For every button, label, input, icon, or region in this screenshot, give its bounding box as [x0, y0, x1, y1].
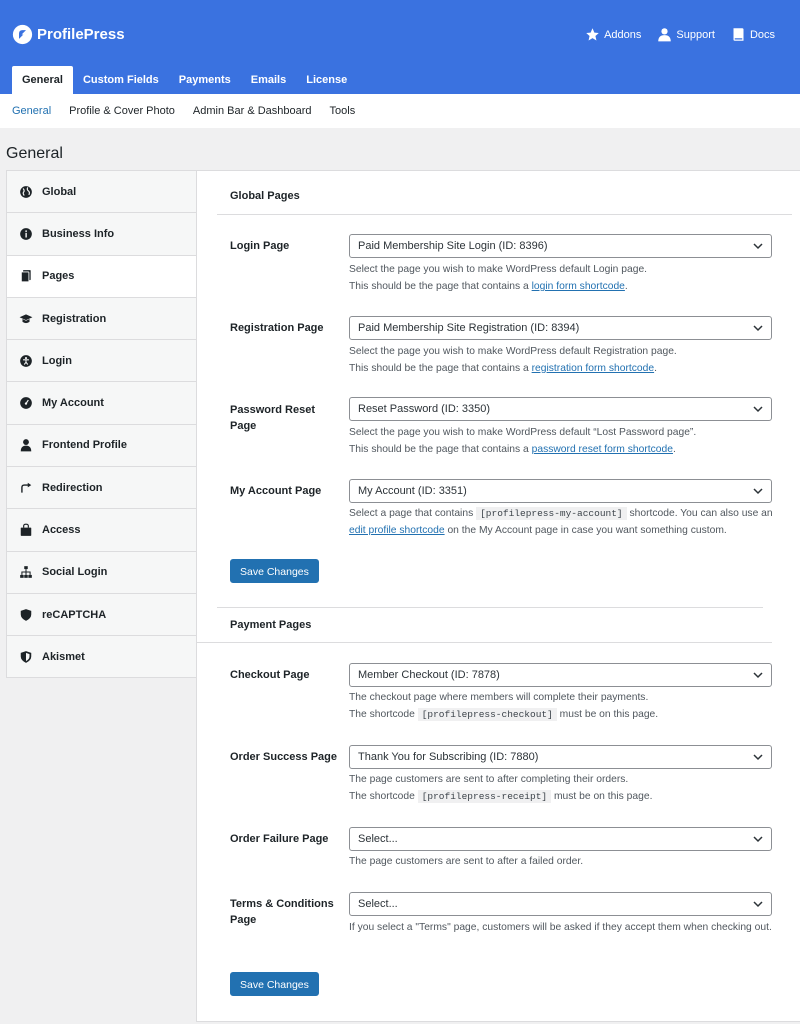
password-reset-page-label: Password Reset Page	[230, 404, 315, 432]
checkout-page-label: Checkout Page	[230, 669, 310, 681]
subtab-general[interactable]: General	[12, 94, 51, 128]
addons-link[interactable]: Addons	[585, 27, 641, 42]
page-title: General	[6, 145, 63, 162]
save-changes-button[interactable]: Save Changes	[230, 972, 319, 996]
section-title-global-pages: Global Pages	[230, 190, 300, 202]
tab-license[interactable]: License	[296, 66, 357, 94]
sidebar-item-redirection[interactable]: Redirection	[7, 467, 196, 510]
terms-page-label: Terms & Conditions Page	[230, 898, 334, 926]
login-page-description: Select the page you wish to make WordPre…	[349, 264, 648, 292]
checkout-page-description: The checkout page where members will com…	[349, 692, 659, 721]
top-header: ProfilePress Addons Support Docs General…	[0, 0, 800, 94]
save-changes-button[interactable]: Save Changes	[230, 559, 319, 583]
star-icon	[586, 28, 599, 41]
section-title-payment-pages: Payment Pages	[230, 619, 312, 631]
section-divider	[197, 642, 772, 643]
login-form-shortcode-link[interactable]: login form shortcode	[532, 281, 625, 292]
header-links: Addons Support Docs	[585, 27, 775, 42]
registration-page-select[interactable]: Paid Membership Site Registration (ID: 8…	[349, 316, 772, 340]
login-page-label: Login Page	[230, 240, 290, 252]
checkout-shortcode: [profilepress-checkout]	[417, 708, 557, 721]
sitemap-icon	[19, 565, 33, 579]
chevron-down-icon	[753, 836, 763, 843]
sidebar-item-registration[interactable]: Registration	[7, 298, 196, 341]
sidebar-item-login[interactable]: Login	[7, 340, 196, 383]
sidebar-item-global[interactable]: Global	[7, 171, 196, 214]
my-account-page-description: Select a page that contains [profilepres…	[349, 507, 773, 536]
subtab-admin-bar-dashboard[interactable]: Admin Bar & Dashboard	[193, 94, 312, 128]
main-tabs: General Custom Fields Payments Emails Li…	[12, 66, 357, 94]
tab-payments[interactable]: Payments	[169, 66, 241, 94]
chevron-down-icon	[753, 488, 763, 495]
book-icon	[733, 28, 744, 41]
sidebar-item-frontend-profile[interactable]: Frontend Profile	[7, 425, 196, 468]
support-link[interactable]: Support	[657, 27, 715, 42]
shopping-bag-icon	[19, 523, 33, 537]
settings-sidebar: Global Business Info Pages Registration …	[6, 170, 197, 678]
shield-icon	[19, 608, 33, 622]
my-account-shortcode: [profilepress-my-account]	[476, 507, 627, 520]
subtab-tools[interactable]: Tools	[330, 94, 356, 128]
order-success-page-select[interactable]: Thank You for Subscribing (ID: 7880)	[349, 745, 772, 769]
graduation-cap-icon	[19, 312, 33, 326]
sidebar-item-social-login[interactable]: Social Login	[7, 552, 196, 594]
sidebar-item-my-account[interactable]: My Account	[7, 382, 196, 425]
sidebar-item-akismet[interactable]: Akismet	[7, 636, 196, 678]
receipt-shortcode: [profilepress-receipt]	[417, 790, 552, 803]
section-divider	[217, 214, 792, 215]
chevron-down-icon	[753, 325, 763, 332]
globe-icon	[19, 185, 33, 199]
settings-content: Global Pages Login Page Paid Membership …	[196, 170, 800, 1022]
order-failure-page-label: Order Failure Page	[230, 833, 329, 845]
chevron-down-icon	[753, 672, 763, 679]
info-icon	[19, 227, 33, 241]
sidebar-item-business-info[interactable]: Business Info	[7, 213, 196, 256]
my-account-page-label: My Account Page	[230, 485, 322, 497]
pages-icon	[19, 269, 33, 283]
password-reset-page-description: Select the page you wish to make WordPre…	[349, 427, 697, 455]
order-failure-page-description: The page customers are sent to after a f…	[349, 856, 584, 867]
checkout-page-select[interactable]: Member Checkout (ID: 7878)	[349, 663, 772, 687]
sidebar-item-pages[interactable]: Pages	[7, 255, 197, 298]
subtab-profile-cover-photo[interactable]: Profile & Cover Photo	[69, 94, 175, 128]
docs-link[interactable]: Docs	[731, 27, 775, 42]
brand-name: ProfilePress	[37, 26, 125, 43]
my-account-page-select[interactable]: My Account (ID: 3351)	[349, 479, 772, 503]
order-success-page-description: The page customers are sent to after com…	[349, 774, 653, 803]
chevron-down-icon	[753, 754, 763, 761]
tab-emails[interactable]: Emails	[241, 66, 296, 94]
registration-form-shortcode-link[interactable]: registration form shortcode	[532, 363, 654, 374]
profilepress-logo-icon	[12, 24, 33, 45]
tab-custom-fields[interactable]: Custom Fields	[73, 66, 169, 94]
login-page-select[interactable]: Paid Membership Site Login (ID: 8396)	[349, 234, 772, 258]
registration-page-label: Registration Page	[230, 322, 324, 334]
brand[interactable]: ProfilePress	[12, 24, 125, 45]
order-success-page-label: Order Success Page	[230, 751, 338, 763]
redirect-icon	[19, 481, 33, 495]
universal-access-icon	[19, 354, 33, 368]
password-reset-form-shortcode-link[interactable]: password reset form shortcode	[532, 444, 673, 455]
shield-half-icon	[19, 650, 33, 664]
chevron-down-icon	[753, 901, 763, 908]
registration-page-description: Select the page you wish to make WordPre…	[349, 346, 677, 374]
user-icon	[19, 438, 33, 452]
order-failure-page-select[interactable]: Select...	[349, 827, 772, 851]
sidebar-item-recaptcha[interactable]: reCAPTCHA	[7, 594, 196, 637]
sub-tabs: General Profile & Cover Photo Admin Bar …	[0, 94, 800, 128]
edit-profile-shortcode-link[interactable]: edit profile shortcode	[349, 525, 445, 536]
sidebar-item-access[interactable]: Access	[7, 509, 196, 552]
password-reset-page-select[interactable]: Reset Password (ID: 3350)	[349, 397, 772, 421]
section-divider	[217, 607, 763, 608]
chevron-down-icon	[753, 406, 763, 413]
dashboard-icon	[19, 396, 33, 410]
terms-page-select[interactable]: Select...	[349, 892, 772, 916]
chevron-down-icon	[753, 243, 763, 250]
terms-page-description: If you select a "Terms" page, customers …	[349, 922, 772, 933]
user-icon	[658, 28, 672, 42]
tab-general[interactable]: General	[12, 66, 73, 94]
